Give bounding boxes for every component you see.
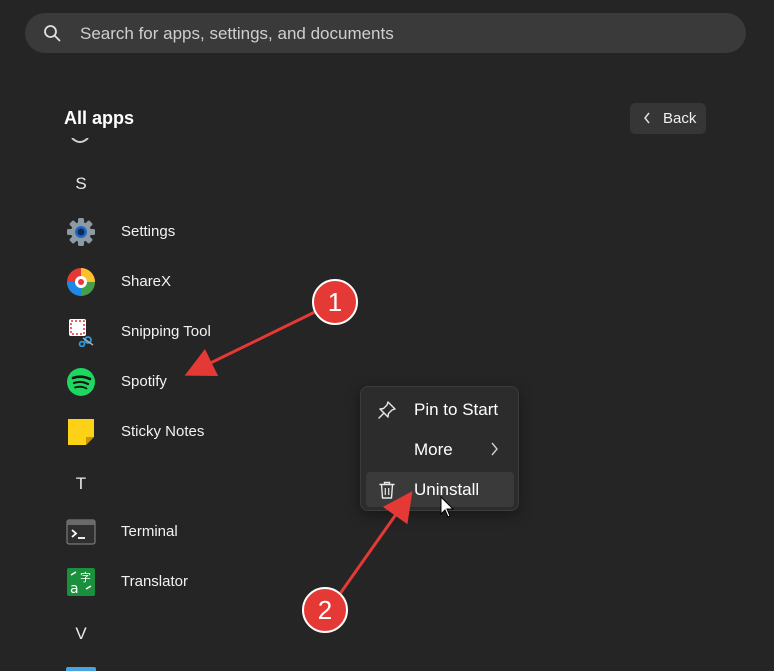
annotation-badge-2-label: 2 bbox=[318, 595, 332, 625]
annotation-badge-1-label: 1 bbox=[328, 287, 342, 317]
annotation-arrow-1 bbox=[184, 308, 320, 376]
mouse-cursor-icon bbox=[440, 495, 455, 518]
annotation-badge-1: 1 bbox=[312, 279, 358, 325]
annotation-arrow-2 bbox=[335, 491, 413, 599]
annotation-badge-2: 2 bbox=[302, 587, 348, 633]
annotation-overlay: 1 2 bbox=[184, 279, 455, 633]
